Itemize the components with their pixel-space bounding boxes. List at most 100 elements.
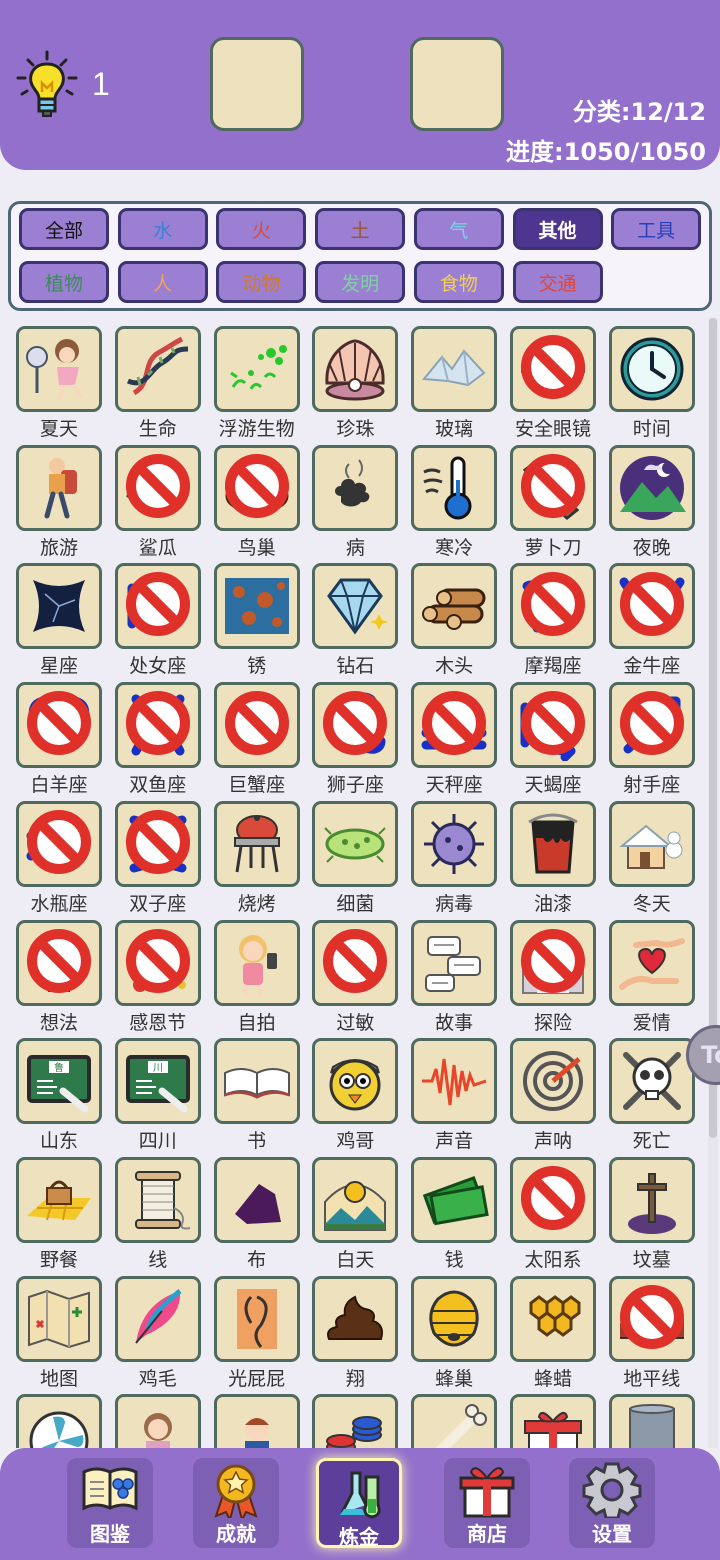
element-card[interactable] (411, 1386, 498, 1448)
element-card[interactable]: 布 (213, 1149, 300, 1271)
nav-encyclopedia-book-button[interactable]: 图鉴 (67, 1458, 153, 1548)
element-tile[interactable] (213, 326, 300, 412)
element-card[interactable]: 寒冷 (411, 437, 498, 559)
element-card[interactable]: 声音 (411, 1030, 498, 1152)
element-tile[interactable] (411, 1156, 498, 1243)
element-card[interactable]: 夜晚 (608, 437, 695, 559)
element-tile[interactable] (213, 1156, 300, 1243)
filter-chip[interactable]: 动物 (216, 261, 307, 303)
element-tile[interactable] (213, 800, 300, 887)
element-tile[interactable] (510, 326, 596, 412)
element-tile[interactable] (411, 1038, 498, 1125)
element-tile[interactable] (411, 326, 498, 412)
element-tile[interactable] (16, 1275, 102, 1362)
element-tile[interactable] (510, 444, 596, 531)
element-card[interactable] (312, 1386, 399, 1448)
element-tile[interactable] (114, 444, 201, 531)
element-card[interactable]: 天秤座 (411, 674, 498, 796)
element-card[interactable]: 夏天 (16, 318, 102, 440)
element-card[interactable]: 蜂巢 (411, 1268, 498, 1390)
element-card[interactable]: 鸟巢 (213, 437, 300, 559)
element-card[interactable]: 探险 (510, 912, 596, 1034)
element-card[interactable]: 摩羯座 (510, 555, 596, 677)
element-tile[interactable] (213, 1394, 300, 1448)
filter-chip[interactable]: 人 (117, 261, 208, 303)
element-tile[interactable] (213, 1275, 300, 1362)
element-tile[interactable] (510, 1038, 596, 1125)
element-tile[interactable] (114, 1394, 201, 1448)
element-tile[interactable] (510, 682, 596, 769)
filter-chip[interactable]: 水 (117, 208, 208, 250)
element-card[interactable]: 生命 (114, 318, 201, 440)
filter-chip[interactable]: 土 (315, 208, 406, 250)
element-tile[interactable] (608, 919, 695, 1006)
element-card[interactable]: 病 (312, 437, 399, 559)
nav-settings-gear-button[interactable]: 设置 (569, 1458, 655, 1548)
element-tile[interactable] (312, 682, 399, 769)
element-card[interactable]: 地平线 (608, 1268, 695, 1390)
nav-alchemy-flask-button[interactable]: 炼金 (316, 1458, 402, 1549)
element-card[interactable]: 天蝎座 (510, 674, 596, 796)
element-tile[interactable] (16, 1394, 102, 1448)
filter-chip[interactable]: 其他 (512, 208, 603, 250)
element-tile[interactable] (608, 444, 695, 531)
element-card[interactable]: 川四川 (114, 1030, 201, 1152)
element-card[interactable]: 死亡 (608, 1030, 695, 1152)
element-card[interactable]: 钻石 (312, 555, 399, 677)
filter-chip[interactable]: 工具 (611, 208, 702, 250)
element-tile[interactable] (608, 326, 695, 412)
element-tile[interactable] (213, 444, 300, 531)
element-tile[interactable] (312, 800, 399, 887)
combine-slot-2[interactable] (410, 37, 504, 131)
element-card[interactable]: 光屁屁 (213, 1268, 300, 1390)
element-card[interactable]: 自拍 (213, 912, 300, 1034)
element-tile[interactable] (312, 326, 399, 412)
element-tile[interactable] (411, 919, 498, 1006)
element-tile[interactable] (312, 1275, 399, 1362)
element-tile[interactable] (510, 919, 596, 1006)
element-card[interactable]: 细菌 (312, 793, 399, 915)
element-card[interactable]: 病毒 (411, 793, 498, 915)
scrollbar-thumb[interactable] (709, 318, 717, 1138)
element-tile[interactable] (608, 1275, 695, 1362)
element-tile[interactable] (213, 563, 300, 650)
element-card[interactable]: 萝卜刀 (510, 437, 596, 559)
filter-chip[interactable]: 交通 (512, 261, 603, 303)
element-card[interactable]: 坟墓 (608, 1149, 695, 1271)
element-tile[interactable] (608, 1156, 695, 1243)
element-tile[interactable] (411, 444, 498, 531)
element-tile[interactable] (411, 563, 498, 650)
element-card[interactable]: 金牛座 (608, 555, 695, 677)
grid-scrollbar[interactable] (708, 318, 718, 1448)
element-tile[interactable] (312, 919, 399, 1006)
element-card[interactable]: 蜂蜡 (510, 1268, 596, 1390)
element-card[interactable]: 故事 (411, 912, 498, 1034)
element-tile[interactable] (411, 800, 498, 887)
filter-chip[interactable]: 食物 (413, 261, 504, 303)
element-card[interactable]: 线 (114, 1149, 201, 1271)
element-tile[interactable] (16, 800, 102, 887)
element-card[interactable]: 双鱼座 (114, 674, 201, 796)
element-card[interactable]: 旅游 (16, 437, 102, 559)
element-tile[interactable] (114, 1156, 201, 1243)
element-card[interactable] (213, 1386, 300, 1448)
element-card[interactable] (114, 1386, 201, 1448)
element-tile[interactable] (312, 1038, 399, 1125)
element-card[interactable] (608, 1386, 695, 1448)
element-tile[interactable] (510, 1394, 596, 1448)
element-card[interactable]: 木头 (411, 555, 498, 677)
element-card[interactable]: 巨蟹座 (213, 674, 300, 796)
element-card[interactable]: 星座 (16, 555, 102, 677)
filter-chip[interactable]: 全部 (19, 208, 109, 250)
element-tile[interactable] (114, 1275, 201, 1362)
element-card[interactable]: 白羊座 (16, 674, 102, 796)
element-card[interactable]: 鸡毛 (114, 1268, 201, 1390)
element-tile[interactable] (411, 682, 498, 769)
element-tile[interactable] (114, 682, 201, 769)
element-card[interactable] (510, 1386, 596, 1448)
element-tile[interactable] (608, 1394, 695, 1448)
element-tile[interactable] (608, 563, 695, 650)
element-card[interactable]: 安全眼镜 (510, 318, 596, 440)
element-card[interactable]: 浮游生物 (213, 318, 300, 440)
element-card[interactable]: 书 (213, 1030, 300, 1152)
